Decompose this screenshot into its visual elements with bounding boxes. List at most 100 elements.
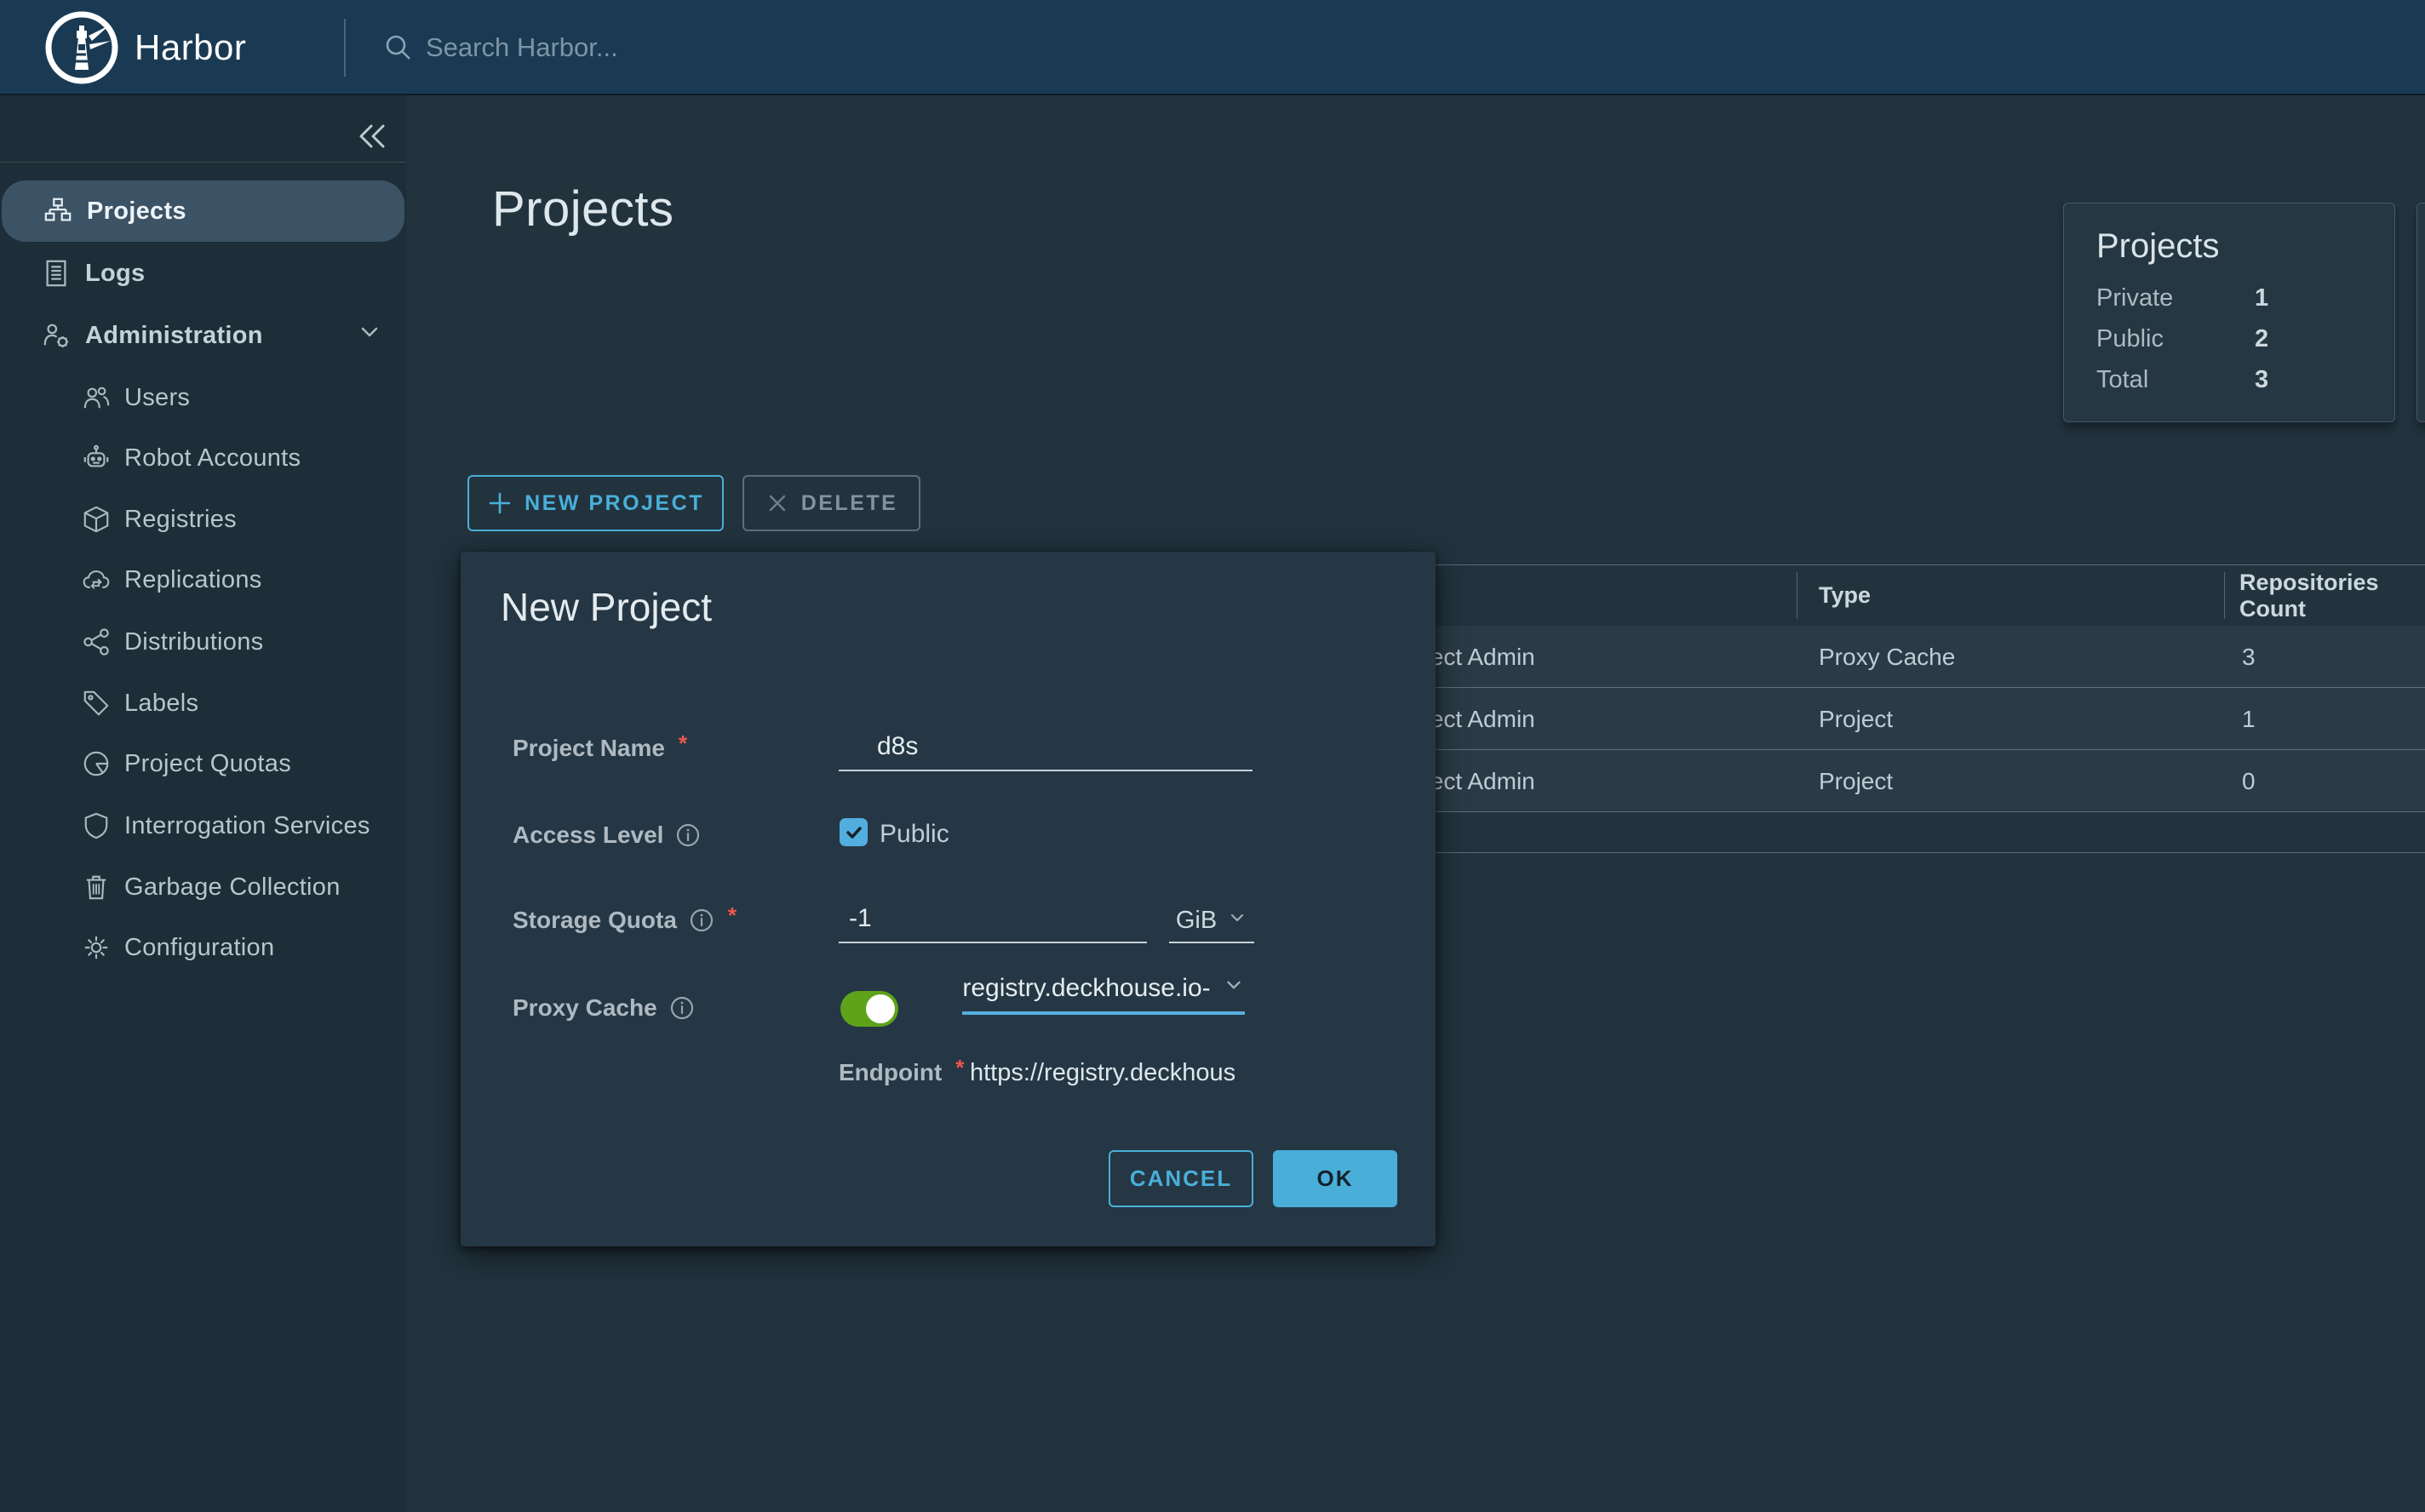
sidebar-item-label: Users <box>124 384 190 412</box>
pie-chart-icon <box>82 749 111 778</box>
chevron-down-icon <box>357 319 382 352</box>
search-input[interactable] <box>426 32 971 63</box>
new-project-modal: New Project Project Name* Access Level P… <box>461 552 1436 1246</box>
projects-summary-card: Projects Private 1 Public 2 Total 3 <box>2063 203 2395 422</box>
sidebar-item-label: Projects <box>87 198 186 226</box>
sidebar-item-project-quotas[interactable]: Project Quotas <box>0 733 406 794</box>
chevron-down-icon <box>1227 907 1247 935</box>
summary-card-title: Projects <box>2096 227 2220 266</box>
column-header-repositories-count[interactable]: Repositories Count <box>2239 565 2425 626</box>
cell-repositories-count: 0 <box>2242 750 2256 812</box>
summary-public-value: 2 <box>2255 325 2268 353</box>
info-icon[interactable] <box>689 908 714 933</box>
sidebar-item-logs[interactable]: Logs <box>0 243 406 304</box>
plus-icon <box>487 490 513 516</box>
storage-summary-card-partial <box>2416 203 2425 422</box>
sidebar-item-label: Logs <box>85 260 145 288</box>
trash-icon <box>82 873 111 902</box>
ok-button[interactable]: OK <box>1273 1150 1397 1207</box>
required-asterisk: * <box>679 730 687 757</box>
cloud-sync-icon <box>82 565 111 594</box>
summary-total-value: 3 <box>2255 366 2268 394</box>
storage-quota-field <box>839 894 1147 943</box>
user-gear-icon <box>41 320 72 351</box>
modal-title: New Project <box>501 584 712 630</box>
sidebar-item-projects[interactable]: Projects <box>2 180 404 242</box>
sidebar-item-label: Replications <box>124 566 262 594</box>
endpoint-value: https://registry.deckhous <box>970 1059 1244 1087</box>
cell-type: Project <box>1819 750 1893 812</box>
sidebar-item-label: Interrogation Services <box>124 812 370 840</box>
sidebar-item-administration[interactable]: Administration <box>0 305 406 366</box>
sidebar-item-label: Project Quotas <box>124 750 291 778</box>
log-list-icon <box>41 258 72 289</box>
cube-icon <box>82 505 111 534</box>
sidebar-collapse-button[interactable] <box>351 114 395 158</box>
toggle-knob <box>866 994 895 1023</box>
sidebar-item-distributions[interactable]: Distributions <box>0 611 406 673</box>
project-name-input[interactable] <box>839 732 1253 770</box>
org-tree-icon <box>43 196 73 226</box>
sidebar-item-label: Labels <box>124 690 198 718</box>
storage-quota-input[interactable] <box>839 904 1147 942</box>
brand-title: Harbor <box>135 0 246 95</box>
sidebar-item-robot-accounts[interactable]: Robot Accounts <box>0 427 406 489</box>
summary-public-label: Public <box>2096 325 2164 353</box>
proxy-registry-select[interactable]: registry.deckhouse.io- <box>962 974 1245 1015</box>
gear-icon <box>82 933 111 962</box>
cancel-button[interactable]: CANCEL <box>1109 1150 1253 1207</box>
delete-button[interactable]: DELETE <box>742 475 920 531</box>
storage-quota-label: Storage Quota * <box>513 907 737 934</box>
sidebar-item-garbage-collection[interactable]: Garbage Collection <box>0 856 406 918</box>
sidebar-item-label: Distributions <box>124 628 263 656</box>
cell-repositories-count: 3 <box>2242 626 2256 688</box>
sidebar-item-users[interactable]: Users <box>0 367 406 428</box>
sidebar-item-label: Administration <box>85 322 263 350</box>
chevron-down-icon <box>1223 974 1245 1003</box>
summary-private-label: Private <box>2096 284 2173 312</box>
robot-icon <box>82 444 111 472</box>
sidebar-item-configuration[interactable]: Configuration <box>0 917 406 978</box>
sidebar-item-interrogation-services[interactable]: Interrogation Services <box>0 795 406 856</box>
search-icon <box>383 32 414 63</box>
page-title: Projects <box>492 180 674 238</box>
proxy-cache-label: Proxy Cache <box>513 994 695 1022</box>
public-checkbox-label: Public <box>880 820 949 849</box>
harbor-logo-icon[interactable] <box>44 10 119 85</box>
endpoint-label: Endpoint* <box>839 1059 964 1086</box>
proxy-cache-toggle[interactable] <box>840 991 898 1027</box>
access-level-label: Access Level <box>513 822 701 849</box>
new-project-button[interactable]: NEW PROJECT <box>467 475 724 531</box>
sidebar-item-replications[interactable]: Replications <box>0 549 406 610</box>
column-header-type[interactable]: Type <box>1819 565 1871 626</box>
info-icon[interactable] <box>675 822 701 848</box>
x-icon <box>765 491 789 515</box>
share-nodes-icon <box>82 627 111 656</box>
users-icon <box>82 383 111 412</box>
sidebar-item-label: Registries <box>124 506 237 534</box>
sidebar-item-label: Robot Accounts <box>124 444 301 472</box>
cell-repositories-count: 1 <box>2242 688 2256 750</box>
quota-unit-select[interactable]: GiB <box>1169 894 1254 943</box>
double-chevron-left-icon <box>354 119 392 153</box>
project-name-label: Project Name* <box>513 735 687 762</box>
check-icon <box>844 822 864 843</box>
sidebar-item-labels[interactable]: Labels <box>0 673 406 734</box>
sidebar-item-registries[interactable]: Registries <box>0 489 406 550</box>
required-asterisk: * <box>728 902 737 929</box>
header-divider <box>344 19 346 77</box>
sidebar-item-label: Configuration <box>124 934 274 962</box>
cell-type: Proxy Cache <box>1819 626 1955 688</box>
sidebar-divider <box>0 162 406 163</box>
harbor-app: Harbor Projects <box>0 0 2425 1512</box>
info-icon[interactable] <box>669 995 695 1021</box>
public-checkbox[interactable] <box>840 818 868 846</box>
shield-icon <box>82 811 111 840</box>
app-header: Harbor <box>0 0 2425 95</box>
global-search <box>383 0 971 95</box>
required-asterisk: * <box>955 1055 964 1081</box>
project-name-field <box>839 722 1253 771</box>
summary-total-label: Total <box>2096 366 2148 394</box>
summary-private-value: 1 <box>2255 284 2268 312</box>
column-separator <box>2224 572 2225 619</box>
